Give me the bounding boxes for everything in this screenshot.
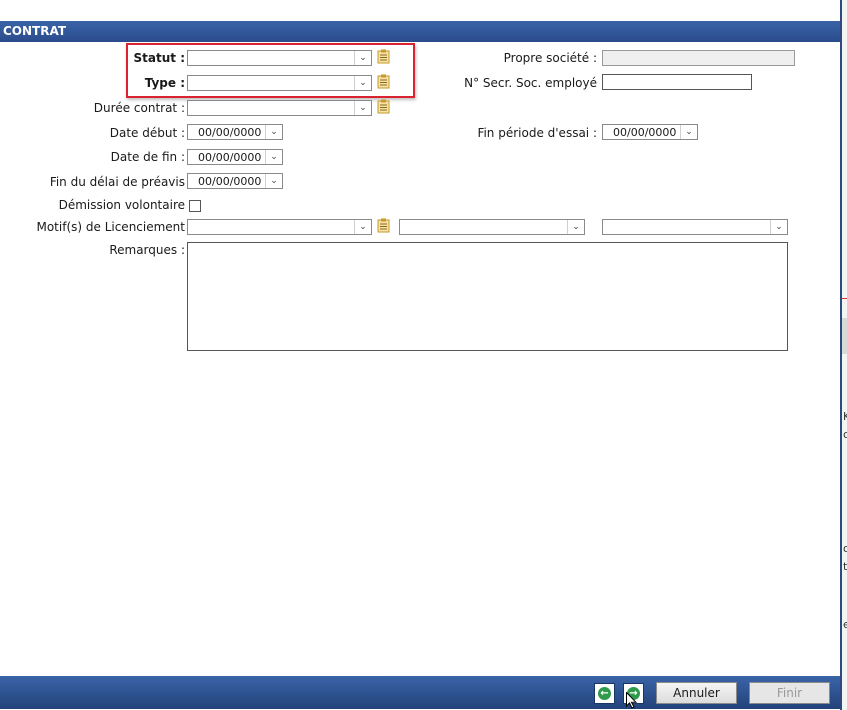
highlight-box [126, 43, 415, 98]
chevron-down-icon[interactable]: ⌄ [265, 174, 282, 188]
preavis-value: 00/00/0000 [198, 175, 262, 188]
edge-text: e [843, 618, 847, 631]
preavis-label: Fin du délai de préavis [49, 175, 185, 189]
chevron-down-icon[interactable]: ⌄ [680, 125, 697, 139]
date-fin-label: Date de fin : [110, 150, 185, 164]
date-debut-field[interactable]: 00/00/0000 ⌄ [187, 124, 283, 140]
duree-contrat-label: Durée contrat : [93, 101, 185, 115]
edge-grey-block [842, 318, 847, 354]
edge-text: o [843, 542, 847, 555]
motifs-label: Motif(s) de Licenciement [36, 220, 185, 234]
arrow-left-icon: ← [598, 687, 611, 700]
chevron-down-icon[interactable]: ⌄ [265, 125, 282, 139]
fin-essai-label: Fin période d'essai : [477, 126, 597, 140]
edge-text: K [843, 410, 847, 423]
edge-red-line [842, 298, 847, 299]
duree-contrat-select[interactable]: ⌄ [187, 100, 372, 116]
secr-soc-label: N° Secr. Soc. employé [464, 76, 597, 90]
edge-text: t [843, 560, 847, 573]
section-title: CONTRAT [3, 24, 67, 38]
motif-select-1[interactable]: ⌄ [187, 219, 372, 235]
clipboard-icon[interactable] [377, 99, 390, 114]
motif-select-2[interactable]: ⌄ [399, 219, 585, 235]
clipboard-icon[interactable] [377, 218, 390, 233]
chevron-down-icon[interactable]: ⌄ [354, 101, 371, 115]
secr-soc-field[interactable] [602, 74, 752, 90]
chevron-down-icon[interactable]: ⌄ [354, 220, 371, 234]
chevron-down-icon[interactable]: ⌄ [265, 150, 282, 164]
chevron-down-icon[interactable]: ⌄ [567, 220, 584, 234]
finir-button[interactable]: Finir [749, 682, 830, 704]
date-fin-field[interactable]: 00/00/0000 ⌄ [187, 149, 283, 165]
previous-button[interactable]: ← [594, 683, 615, 704]
demission-label: Démission volontaire [58, 198, 185, 212]
section-header: CONTRAT [0, 21, 840, 42]
remarques-textarea[interactable] [187, 242, 788, 351]
chevron-down-icon[interactable]: ⌄ [770, 220, 787, 234]
mouse-cursor-icon [626, 692, 637, 709]
fin-essai-value: 00/00/0000 [613, 126, 677, 139]
propre-societe-field[interactable] [602, 50, 795, 66]
date-fin-value: 00/00/0000 [198, 151, 262, 164]
propre-societe-label: Propre société : [503, 51, 597, 65]
date-debut-value: 00/00/0000 [198, 126, 262, 139]
date-debut-label: Date début : [109, 126, 185, 140]
fin-essai-field[interactable]: 00/00/0000 ⌄ [602, 124, 698, 140]
motif-select-3[interactable]: ⌄ [602, 219, 788, 235]
background-window-edge [840, 0, 847, 710]
annuler-button[interactable]: Annuler [656, 682, 737, 704]
edge-text: c [843, 428, 847, 441]
remarques-label: Remarques : [109, 243, 185, 257]
demission-checkbox[interactable] [189, 200, 201, 212]
preavis-field[interactable]: 00/00/0000 ⌄ [187, 173, 283, 189]
